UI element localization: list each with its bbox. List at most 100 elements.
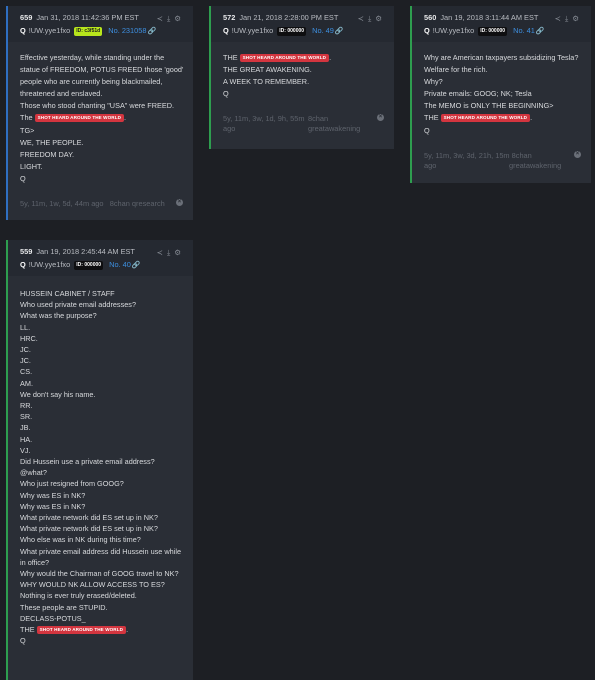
post-line: Nothing is ever truly erased/deleted. [20, 590, 185, 601]
header-actions: ≺⤓⚙ [358, 14, 386, 24]
post-line: Why was ES in NK? [20, 501, 185, 512]
post-text: Private emails: GOOG; NK; Tesla [424, 89, 532, 99]
settings-icon[interactable]: ⚙ [174, 14, 185, 23]
post-text: RR. [20, 401, 33, 411]
post-line: DECLASS-POTUS_ [20, 613, 185, 624]
tripcode: !UW.yye1fxo [231, 26, 274, 35]
board-name-2[interactable]: greatawakening [509, 161, 561, 171]
post-body: THE SHOT HEARD AROUND THE WORLD. THE GREA… [211, 42, 394, 106]
shot-heard-badge: SHOT HEARD AROUND THE WORLD [239, 54, 330, 62]
post-link[interactable]: No. 40 [109, 260, 131, 269]
share-icon[interactable]: ≺ [358, 14, 368, 23]
link-icon[interactable]: 🔗 [536, 28, 545, 35]
post-text: We don't say his name. [20, 389, 96, 399]
board-name-2[interactable]: greatawakening [308, 124, 360, 134]
post-text: Those who stood chanting "USA" were FREE… [20, 101, 175, 111]
post-text: The [20, 113, 35, 123]
post-line: Why? [424, 76, 583, 88]
post-text: Effective yesterday, while standing unde… [20, 53, 165, 62]
post-text: Who used private email addresses? [20, 300, 136, 310]
post-link[interactable]: No. 49 [312, 26, 334, 35]
link-icon[interactable]: 🔗 [335, 28, 344, 35]
post-card-572: 572 Jan 21, 2018 2:28:00 PM EST Q !UW.yye1… [209, 6, 394, 149]
settings-icon[interactable]: ⚙ [174, 248, 185, 257]
post-text: HA. [20, 434, 33, 444]
post-header: 559 Jan 19, 2018 2:45:44 AM EST Q !UW.yye1… [8, 240, 193, 276]
post-line: SR. [20, 411, 185, 422]
settings-icon[interactable]: ⚙ [375, 14, 386, 23]
post-text: Who else was in NK during this time? [20, 535, 141, 545]
post-number: 572 [223, 13, 236, 22]
post-text: Nothing is ever truly erased/deleted. [20, 591, 137, 601]
post-age: 5y, 11m, 3w, 3d, 21h, 15m 8chan [424, 150, 532, 160]
post-text: Why are American taxpayers subsidizing T… [424, 53, 579, 62]
post-text: Did Hussein use a private email address? [20, 457, 155, 467]
post-link[interactable]: No. 41 [513, 26, 535, 35]
close-icon[interactable]: × [176, 199, 183, 207]
post-text: JC. [20, 345, 31, 355]
post-date: Jan 31, 2018 11:42:36 PM EST [36, 13, 139, 22]
close-icon[interactable]: × [574, 150, 581, 158]
post-text: in office? [20, 557, 50, 567]
post-line: Private emails: GOOG; NK; Tesla [424, 88, 583, 100]
post-number: 559 [20, 247, 33, 256]
post-line: in office? [20, 557, 185, 568]
post-line: CS. [20, 366, 185, 377]
settings-icon[interactable]: ⚙ [572, 14, 583, 23]
post-line: What private network did ES set up in NK… [20, 523, 185, 534]
post-header: 572 Jan 21, 2018 2:28:00 PM EST Q !UW.yye1… [211, 6, 394, 42]
post-line: JC. [20, 355, 185, 366]
board-name[interactable]: 8chan [308, 114, 360, 124]
post-age-suffix: ago [424, 160, 437, 170]
post-line: HUSSEIN CABINET / STAFF [20, 288, 185, 299]
post-text: JB. [20, 423, 31, 433]
post-line: WHY WOULD NK ALLOW ACCESS TO ES? [20, 579, 185, 590]
id-badge: ID: 000000 [478, 27, 508, 36]
post-author: Q [20, 260, 26, 269]
post-text: statue of FREEDOM, POTUS FREED those 'go… [20, 65, 184, 75]
post-link[interactable]: No. 231058 [108, 26, 146, 35]
post-age-suffix: ago [223, 124, 236, 134]
id-badge: ID: 000000 [277, 27, 307, 36]
link-icon[interactable]: 🔗 [147, 28, 156, 35]
post-text: . [124, 113, 127, 123]
board-name[interactable]: 8chan qresearch [110, 199, 165, 208]
header-actions: ≺⤓⚙ [157, 14, 185, 24]
tripcode: !UW.yye1fxo [28, 260, 71, 269]
post-line: Q [223, 88, 386, 100]
post-line: Why would the Chairman of GOOG travel to… [20, 568, 185, 579]
post-text: JC. [20, 356, 31, 366]
post-line: What was the purpose? [20, 310, 185, 321]
close-icon[interactable]: × [377, 114, 384, 122]
post-text: DECLASS-POTUS_ [20, 613, 86, 623]
post-line: WE, THE PEOPLE. [20, 137, 185, 149]
post-body: Effective yesterday, while standing unde… [8, 42, 193, 191]
post-line: A WEEK TO REMEMBER. [223, 76, 386, 88]
post-text: What private email address did Hussein u… [20, 546, 182, 556]
post-card-659: 659 Jan 31, 2018 11:42:36 PM EST Q !UW.yye… [6, 6, 193, 220]
post-body: Why are American taxpayers subsidizing T… [412, 42, 591, 143]
post-text: @what? [20, 468, 47, 478]
post-header: 560 Jan 19, 2018 3:11:44 AM EST Q !UW.yye1… [412, 6, 591, 42]
post-line: Who used private email addresses? [20, 299, 185, 310]
post-text: Why was ES in NK? [20, 501, 86, 511]
tripcode: !UW.yye1fxo [28, 26, 71, 35]
post-text: What was the purpose? [20, 311, 97, 321]
share-icon[interactable]: ≺ [157, 14, 167, 23]
post-text: Q [424, 125, 430, 135]
post-age: 5y, 11m, 3w, 1d, 9h, 55m [223, 114, 305, 124]
post-text: FREEDOM DAY. [20, 149, 75, 159]
post-text: The MEMO is ONLY THE BEGINNING> [424, 101, 554, 111]
share-icon[interactable]: ≺ [157, 248, 167, 257]
post-line: people who are currently being blackmail… [20, 76, 185, 88]
shot-heard-badge: SHOT HEARD AROUND THE WORLD [440, 114, 531, 123]
post-footer: 5y, 11m, 3w, 1d, 9h, 55m ago 8chan greataw… [211, 106, 394, 142]
share-icon[interactable]: ≺ [555, 14, 565, 23]
post-line: What private email address did Hussein u… [20, 546, 185, 557]
post-line: JB. [20, 422, 185, 433]
link-icon[interactable]: 🔗 [132, 262, 141, 269]
post-line: Q [20, 173, 185, 185]
post-text: THE [424, 113, 441, 123]
post-text: HUSSEIN CABINET / STAFF [20, 289, 115, 298]
post-text: These people are STUPID. [20, 602, 108, 612]
